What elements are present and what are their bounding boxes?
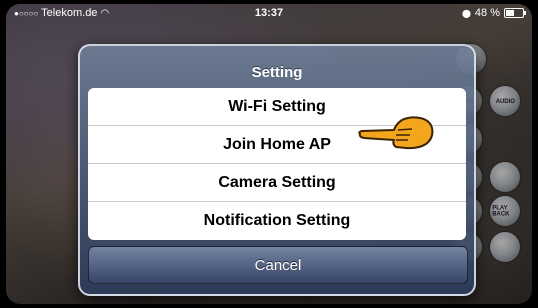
dialog-title: Setting bbox=[251, 64, 303, 81]
cancel-button[interactable]: Cancel bbox=[88, 246, 468, 284]
settings-list: Wi-Fi Setting Join Home AP Camera Settin… bbox=[88, 88, 466, 240]
battery-fill bbox=[506, 10, 514, 16]
screen: VIDEO AUDIO PLAY BACK ●○○○○ Telekom.de ◠… bbox=[6, 4, 532, 304]
battery-icon bbox=[504, 8, 526, 18]
settings-dialog: Setting Wi-Fi Setting Join Home AP Camer… bbox=[78, 44, 476, 296]
battery-percent: 48 % bbox=[474, 7, 500, 19]
status-right: ⬤ 48 % bbox=[461, 7, 526, 19]
notification-setting-item[interactable]: Notification Setting bbox=[88, 202, 466, 239]
device-frame: VIDEO AUDIO PLAY BACK ●○○○○ Telekom.de ◠… bbox=[0, 0, 538, 308]
pointing-hand-icon bbox=[358, 116, 434, 150]
location-icon: ⬤ bbox=[461, 8, 471, 18]
status-bar: ●○○○○ Telekom.de ◠ 13:37 ⬤ 48 % bbox=[6, 4, 532, 22]
status-time: 13:37 bbox=[254, 7, 284, 19]
camera-setting-item[interactable]: Camera Setting bbox=[88, 164, 466, 202]
